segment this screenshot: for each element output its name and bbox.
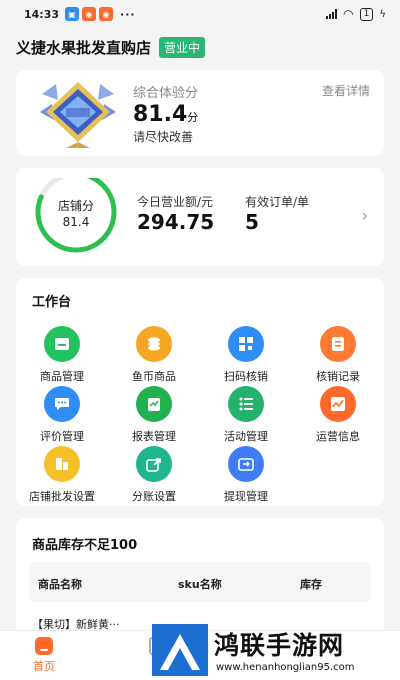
experience-score-card: 综合体验分 81.4分 请尽快改善 查看详情 [16,70,384,156]
workbench-item[interactable]: 分账设置 [108,446,200,503]
workbench-item-label: 报表管理 [132,430,176,443]
nav-home-label: 首页 [33,660,55,673]
column-header-stock: 库存 [300,578,322,591]
revenue-value: 294.75 [137,210,215,234]
medal-badge-icon [40,82,116,148]
workbench-item-label: 运营信息 [316,430,360,443]
status-badge: 营业中 [159,36,206,58]
workbench-item[interactable]: 提现管理 [200,446,292,503]
workbench-item[interactable]: 运营信息 [292,386,384,443]
status-time: 14:33 [24,7,60,21]
workbench-item-label: 商品管理 [40,370,84,383]
watermark-title: 鸿联手游网 [214,631,345,660]
workbench-item[interactable]: 扫码核销 [200,326,292,383]
product-icon [44,326,80,362]
record-icon [320,326,356,362]
workbench-item[interactable]: 评价管理 [16,386,108,443]
experience-score-value: 81.4 [133,102,188,127]
charging-icon: ϟ [379,8,386,20]
column-header-name: 商品名称 [38,578,82,591]
coin-icon [136,326,172,362]
workbench-card: 工作台 商品管理 鱼币商品 扫码核销 核销记录评价管理 报表管理 活动管理 运营信息店铺批发… [16,278,384,506]
store-name: 义捷水果批发直购店 [16,38,152,57]
workbench-item-label: 分账设置 [132,490,176,503]
workbench-item-label: 鱼币商品 [132,370,176,383]
orders-value: 5 [245,210,259,234]
score-ring-progress [35,178,117,253]
workbench-item[interactable]: 商品管理 [16,326,108,383]
header: 义捷水果批发直购店 营业中 [16,36,384,58]
view-details-link[interactable]: 查看详情 [322,82,370,99]
scan-icon [228,326,264,362]
watermark-logo-icon [152,624,208,676]
low-stock-title: 商品库存不足100 [32,538,138,553]
workbench-item-label: 核销记录 [316,370,360,383]
list-icon [228,386,264,422]
withdraw-icon [228,446,264,482]
workbench-item[interactable]: 核销记录 [292,326,384,383]
battery-icon: 1 [359,7,374,21]
experience-score: 81.4分 [133,102,198,127]
workbench-item-label: 提现管理 [224,490,268,503]
experience-label: 综合体验分 [133,86,199,101]
table-header: 商品名称 sku名称 库存 [30,562,370,602]
store-score-label: 店铺分 [57,199,94,213]
trend-icon [320,386,356,422]
workbench-item-label: 扫码核销 [224,370,268,383]
app-notification-icon: ◉ [99,7,114,21]
more-notifications-icon: ··· [120,7,136,21]
workbench-title: 工作台 [32,295,72,310]
workbench-item[interactable]: 鱼币商品 [108,326,200,383]
share-icon [136,446,172,482]
column-header-sku: sku名称 [178,578,222,591]
signal-icon [326,9,338,19]
nav-tab-home[interactable]: 首页 [24,637,64,674]
wifi-icon: ◠ [343,7,354,21]
watermark-url: www.henanhonglian95.com [216,662,355,673]
workbench-item[interactable]: 活动管理 [200,386,292,443]
workbench-item[interactable]: 店铺批发设置 [16,446,108,503]
store-score-value: 81.4 [62,215,90,229]
report-icon [136,386,172,422]
home-icon [35,637,53,655]
comment-icon [44,386,80,422]
workbench-item[interactable]: 报表管理 [108,386,200,443]
store-score-card[interactable]: 店铺分 81.4 今日营业额/元 294.75 有效订单/单 5 › [16,168,384,266]
app-notification-icon: ▣ [65,7,80,21]
revenue-label: 今日营业额/元 [137,195,214,209]
site-watermark: 鸿联手游网 www.henanhonglian95.com [152,622,392,680]
experience-hint: 请尽快改善 [133,130,194,144]
store-icon [44,446,80,482]
chevron-right-icon[interactable]: › [362,206,368,225]
workbench-item-label: 活动管理 [224,430,268,443]
workbench-item-label: 店铺批发设置 [29,490,95,503]
app-notification-icon: ◉ [82,7,97,21]
workbench-item-label: 评价管理 [40,430,84,443]
orders-label: 有效订单/单 [245,195,310,209]
score-unit: 分 [187,111,199,124]
status-bar: 14:33 ▣ ◉ ◉ ··· ◠ 1 ϟ [0,0,400,28]
